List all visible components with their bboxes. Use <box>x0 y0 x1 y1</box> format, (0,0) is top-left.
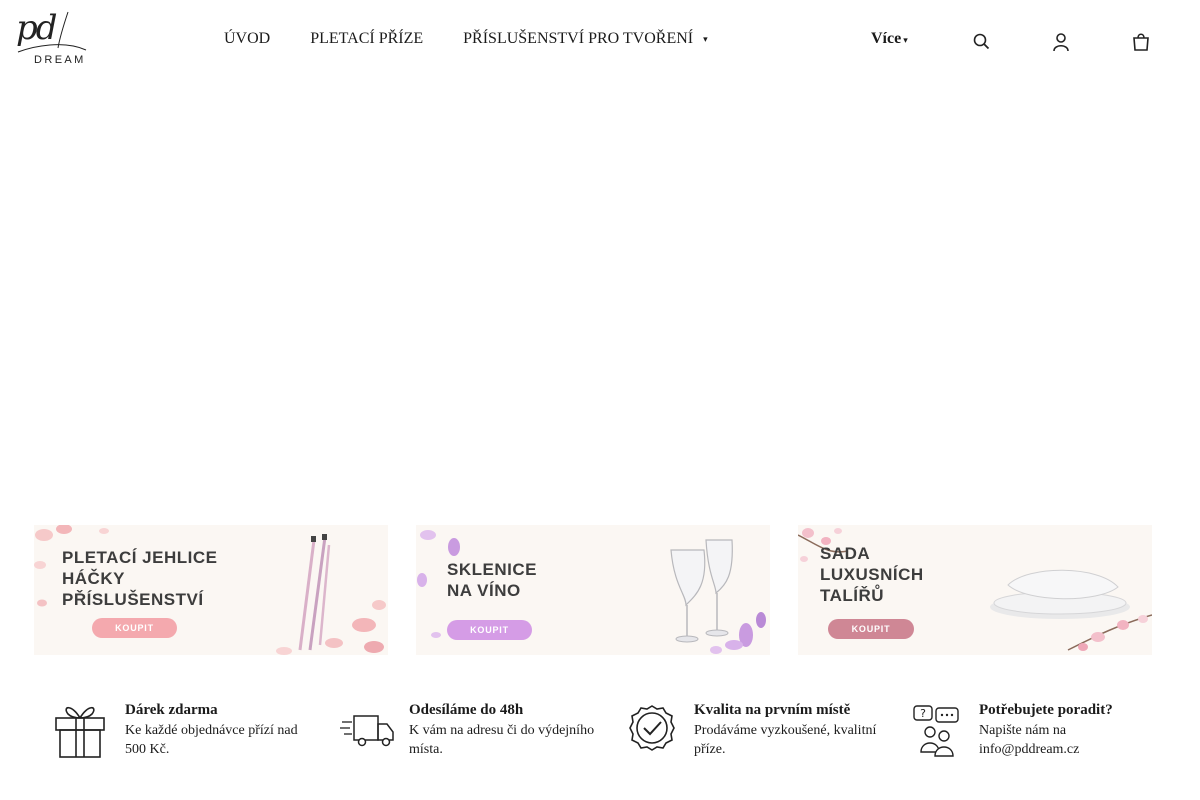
support-chat-icon: ? <box>913 705 959 757</box>
banner-title: PLETACÍ JEHLICE HÁČKY PŘÍSLUŠENSTVÍ <box>62 547 217 610</box>
banner-title-line: PLETACÍ JEHLICE <box>62 548 218 567</box>
banner-title: SKLENICE NA VÍNO <box>447 559 537 601</box>
more-menu-label: Více <box>871 30 902 47</box>
more-menu[interactable]: Více ▾ <box>871 30 908 48</box>
banner-title-line: LUXUSNÍCH <box>820 565 924 584</box>
truck-icon <box>340 715 394 747</box>
svg-text:?: ? <box>920 707 926 720</box>
logo-sub: DREAM <box>34 54 86 66</box>
search-icon[interactable] <box>972 32 990 52</box>
nav-item-uvod[interactable]: ÚVOD <box>224 30 270 48</box>
banner-title-line: HÁČKY <box>62 569 125 588</box>
banner-sklenice-na-vino[interactable]: SKLENICE NA VÍNO KOUPIT <box>416 525 770 655</box>
banner-pletaci-jehlice[interactable]: PLETACÍ JEHLICE HÁČKY PŘÍSLUŠENSTVÍ KOUP… <box>34 525 388 655</box>
feature-poradit: ? Potřebujete poradit? Napište nám na in… <box>910 700 1170 764</box>
chevron-down-icon: ▾ <box>703 33 708 44</box>
feature-desc: Prodáváme vyzkoušené, kvalitní příze. <box>694 723 877 757</box>
cart-icon[interactable] <box>1132 32 1150 52</box>
koupit-button[interactable]: KOUPIT <box>92 618 177 638</box>
quality-badge-icon <box>629 705 675 751</box>
logo[interactable]: pd DREAM <box>14 8 88 70</box>
banner-title: SADA LUXUSNÍCH TALÍŘŮ <box>820 543 924 606</box>
banner-sada-taliru[interactable]: SADA LUXUSNÍCH TALÍŘŮ KOUPIT <box>798 525 1152 655</box>
feature-title: Kvalita na prvním místě <box>694 702 851 718</box>
feature-desc: Napište nám na info@pddream.cz <box>979 723 1080 757</box>
feature-darek-zdarma: Dárek zdarma Ke každé objednávce přízí n… <box>52 700 312 764</box>
koupit-button[interactable]: KOUPIT <box>828 619 914 639</box>
banner-title-line: SADA <box>820 544 871 563</box>
banner-title-line: NA VÍNO <box>447 581 521 600</box>
feature-title: Potřebujete poradit? <box>979 702 1113 718</box>
chevron-down-icon: ▾ <box>903 35 908 45</box>
site-header: pd DREAM ÚVOD PLETACÍ PŘÍZE PŘÍSLUŠENSTV… <box>0 0 1200 84</box>
banner-title-line: TALÍŘŮ <box>820 586 885 605</box>
feature-desc: K vám na adresu či do výdejního místa. <box>409 723 595 757</box>
feature-odesilame: Odesíláme do 48h K vám na adresu či do v… <box>340 700 610 764</box>
koupit-button[interactable]: KOUPIT <box>447 620 532 640</box>
feature-title: Dárek zdarma <box>125 702 218 718</box>
nav-item-pletaci-prize[interactable]: PLETACÍ PŘÍZE <box>310 30 423 48</box>
logo-swash <box>17 11 87 53</box>
banner-title-line: PŘÍSLUŠENSTVÍ <box>62 590 204 609</box>
feature-title: Odesíláme do 48h <box>409 702 524 718</box>
nav-item-prislusenstvi[interactable]: PŘÍSLUŠENSTVÍ PRO TVOŘENÍ ▾ <box>463 30 707 48</box>
banner-title-line: SKLENICE <box>447 560 537 579</box>
main-nav: ÚVOD PLETACÍ PŘÍZE PŘÍSLUŠENSTVÍ PRO TVO… <box>224 30 748 48</box>
feature-desc: Ke každé objednávce přízí nad 500 Kč. <box>125 723 298 757</box>
feature-kvalita: Kvalita na prvním místě Prodáváme vyzkou… <box>624 700 894 764</box>
user-icon[interactable] <box>1052 32 1070 52</box>
gift-icon <box>55 706 105 758</box>
nav-item-prislusenstvi-label: PŘÍSLUŠENSTVÍ PRO TVOŘENÍ <box>463 30 694 47</box>
